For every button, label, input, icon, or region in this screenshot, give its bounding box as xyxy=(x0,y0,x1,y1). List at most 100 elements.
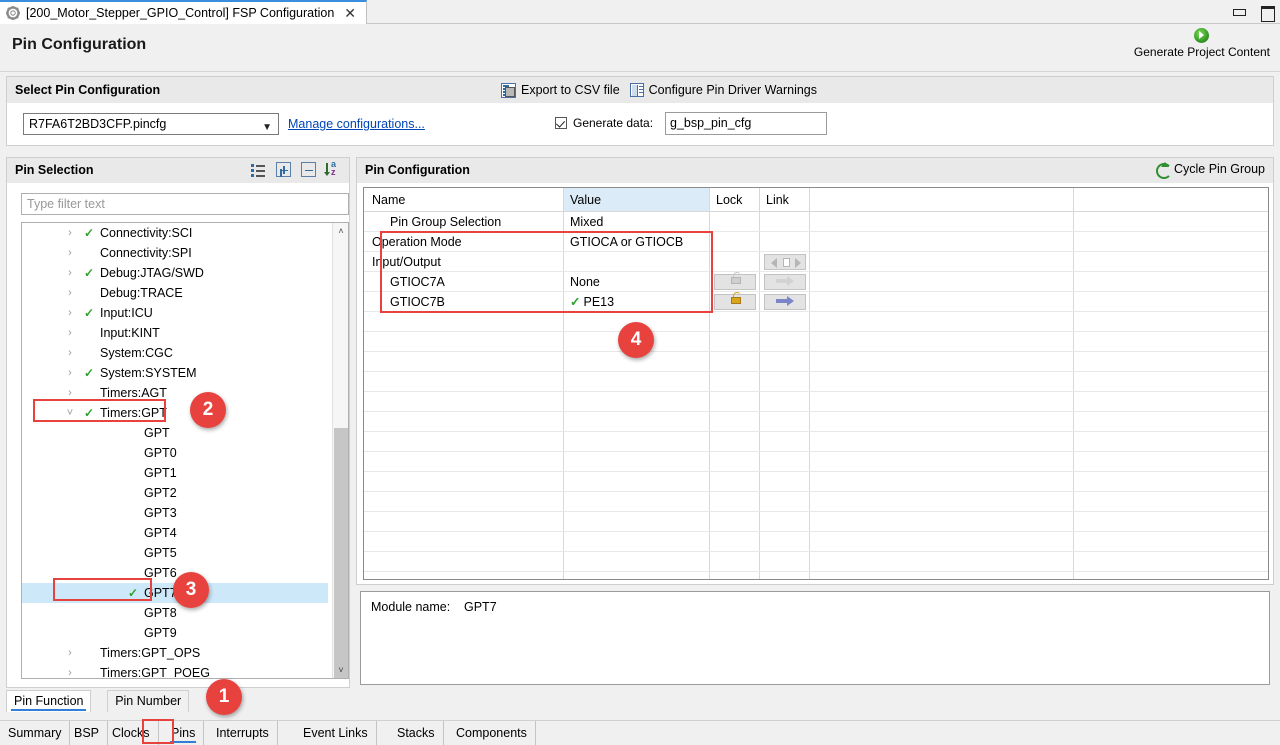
cell-extra-1 xyxy=(810,292,1074,311)
tree-item-system-cgc[interactable]: › System:CGC xyxy=(22,343,328,363)
column-header-link[interactable]: Link xyxy=(760,188,810,211)
tree-item-gpt9[interactable]: GPT9 xyxy=(22,623,328,643)
cell-value[interactable] xyxy=(564,252,710,271)
tree-scrollbar[interactable]: ˄ ˅ xyxy=(332,223,348,678)
tree-item-timers-gpt-ops[interactable]: › Timers:GPT_OPS xyxy=(22,643,328,663)
link-arrow-button[interactable] xyxy=(764,294,806,310)
tree-twistie-icon[interactable]: › xyxy=(64,383,76,403)
tree-item-system-system[interactable]: › ✓ System:SYSTEM xyxy=(22,363,328,383)
main-tab-summary[interactable]: Summary xyxy=(0,721,71,745)
cell-link xyxy=(760,212,810,231)
tree-item-gpt0[interactable]: GPT0 xyxy=(22,443,328,463)
column-header-lock[interactable]: Lock xyxy=(710,188,760,211)
tree-item-gpt5[interactable]: GPT5 xyxy=(22,543,328,563)
grid-row[interactable]: GTIOC7A None xyxy=(364,272,1268,292)
cell-value[interactable]: None xyxy=(564,272,710,291)
main-tab-pins[interactable]: Pins xyxy=(163,721,205,745)
tree-twistie-icon[interactable]: › xyxy=(64,363,76,383)
pin-selection-tree[interactable]: › ✓ Connectivity:SCI › Connectivity:SPI › ✓ Deb… xyxy=(21,222,349,679)
main-tab-event-links[interactable]: Event Links xyxy=(295,721,377,745)
list-view-icon[interactable] xyxy=(251,162,266,177)
generate-data-input[interactable]: g_bsp_pin_cfg xyxy=(665,112,827,135)
tree-twistie-icon[interactable]: › xyxy=(64,223,76,243)
grid-row[interactable]: Pin Group Selection Mixed xyxy=(364,212,1268,232)
main-tab-bsp[interactable]: BSP xyxy=(66,721,109,745)
tree-item-debug-trace[interactable]: › Debug:TRACE xyxy=(22,283,328,303)
tree-item-gpt1[interactable]: GPT1 xyxy=(22,463,328,483)
scrollbar-thumb[interactable] xyxy=(334,428,348,678)
grid-row[interactable]: Operation Mode GTIOCA or GTIOCB xyxy=(364,232,1268,252)
subtab-pin-function[interactable]: Pin Function xyxy=(6,690,92,712)
pin-view-subtabs: Pin Function Pin Number xyxy=(6,690,350,712)
generate-project-content-button[interactable]: Generate Project Content xyxy=(1134,28,1270,59)
scroll-up-icon[interactable]: ˄ xyxy=(333,223,348,239)
main-tab-interrupts[interactable]: Interrupts xyxy=(208,721,278,745)
check-icon: ✓ xyxy=(84,406,95,420)
tree-twistie-icon[interactable]: › xyxy=(64,663,76,678)
subtab-pin-number[interactable]: Pin Number xyxy=(107,690,190,712)
select-pin-configuration-controls: R7FA6T2BD3CFP.pincfg ▼ Manage configurat… xyxy=(7,109,1273,143)
cell-value[interactable]: ✓ PE13 xyxy=(564,292,710,311)
pin-configuration-select[interactable]: R7FA6T2BD3CFP.pincfg ▼ xyxy=(23,113,279,135)
tree-item-timers-gpt-poeg[interactable]: › Timers:GPT_POEG xyxy=(22,663,328,678)
lock-toggle-button[interactable] xyxy=(714,292,756,310)
scroll-down-icon[interactable]: ˅ xyxy=(333,662,348,678)
tree-item-gpt3[interactable]: GPT3 xyxy=(22,503,328,523)
grid-row-empty xyxy=(364,372,1268,392)
grid-row[interactable]: GTIOC7B ✓ PE13 xyxy=(364,292,1268,312)
main-tab-label: BSP xyxy=(74,726,100,740)
cell-value[interactable]: GTIOCA or GTIOCB xyxy=(564,232,710,251)
tree-item-gpt4[interactable]: GPT4 xyxy=(22,523,328,543)
pin-configuration-grid[interactable]: Name Value Lock Link Pin Group Selection… xyxy=(363,187,1269,580)
main-tab-stacks[interactable]: Stacks xyxy=(389,721,444,745)
export-to-csv-button[interactable]: Export to CSV file xyxy=(501,82,620,98)
tree-twistie-icon[interactable]: ˅ xyxy=(64,403,76,423)
link-cycle-button[interactable] xyxy=(764,254,806,270)
tree-item-timers-agt[interactable]: › Timers:AGT xyxy=(22,383,328,403)
tree-item-gpt[interactable]: GPT xyxy=(22,423,328,443)
column-header-name[interactable]: Name xyxy=(364,188,564,211)
module-info-panel: Module name: GPT7 xyxy=(360,591,1270,685)
tree-item-debug-jtag-swd[interactable]: › ✓ Debug:JTAG/SWD xyxy=(22,263,328,283)
tree-twistie-icon[interactable]: › xyxy=(64,323,76,343)
collapse-all-icon[interactable] xyxy=(301,162,316,177)
close-icon[interactable]: ✕ xyxy=(342,6,358,20)
cell-extra-1 xyxy=(810,232,1074,251)
main-tab-components[interactable]: Components xyxy=(448,721,536,745)
cycle-pin-group-button[interactable]: Cycle Pin Group xyxy=(1155,162,1265,179)
tree-twistie-icon[interactable]: › xyxy=(64,343,76,363)
check-icon: ✓ xyxy=(84,306,95,320)
tree-item-connectivity-sci[interactable]: › ✓ Connectivity:SCI xyxy=(22,223,328,243)
minimize-icon[interactable] xyxy=(1232,6,1246,18)
cell-extra-2 xyxy=(1074,292,1268,311)
configure-pin-driver-warnings-button[interactable]: Configure Pin Driver Warnings xyxy=(629,83,817,97)
tree-item-input-kint[interactable]: › Input:KINT xyxy=(22,323,328,343)
tree-twistie-icon[interactable]: › xyxy=(64,283,76,303)
tree-item-gpt8[interactable]: GPT8 xyxy=(22,603,328,623)
manage-configurations-link[interactable]: Manage configurations... xyxy=(288,117,425,131)
cell-extra-2 xyxy=(1074,252,1268,271)
filter-input[interactable]: Type filter text xyxy=(21,193,349,215)
tree-item-gpt2[interactable]: GPT2 xyxy=(22,483,328,503)
cell-extra-2 xyxy=(1074,232,1268,251)
tree-item-label: System:CGC xyxy=(100,346,173,360)
column-header-value[interactable]: Value xyxy=(564,188,710,211)
cell-value[interactable]: Mixed xyxy=(564,212,710,231)
maximize-icon[interactable] xyxy=(1260,6,1275,22)
main-tab-clocks[interactable]: Clocks xyxy=(104,721,159,745)
editor-tab-fsp-configuration[interactable]: [200_Motor_Stepper_GPIO_Control] FSP Con… xyxy=(0,0,368,24)
tree-item-timers-gpt[interactable]: ˅ ✓ Timers:GPT xyxy=(22,403,328,423)
tree-twistie-icon[interactable]: › xyxy=(64,303,76,323)
pin-configuration-panel: Pin Configuration Cycle Pin Group Name V… xyxy=(356,157,1274,585)
sort-az-icon[interactable] xyxy=(324,159,341,177)
tree-item-input-icu[interactable]: › ✓ Input:ICU xyxy=(22,303,328,323)
grid-row[interactable]: ˅Input/Output xyxy=(364,252,1268,272)
configuration-main-tabs: Summary BSP Clocks Pins Interrupts Event Link… xyxy=(0,720,1280,745)
tree-item-connectivity-spi[interactable]: › Connectivity:SPI xyxy=(22,243,328,263)
export-csv-icon xyxy=(501,82,516,98)
generate-data-checkbox[interactable] xyxy=(555,117,567,129)
tree-twistie-icon[interactable]: › xyxy=(64,643,76,663)
tree-twistie-icon[interactable]: › xyxy=(64,243,76,263)
expand-all-icon[interactable] xyxy=(276,162,291,177)
tree-twistie-icon[interactable]: › xyxy=(64,263,76,283)
